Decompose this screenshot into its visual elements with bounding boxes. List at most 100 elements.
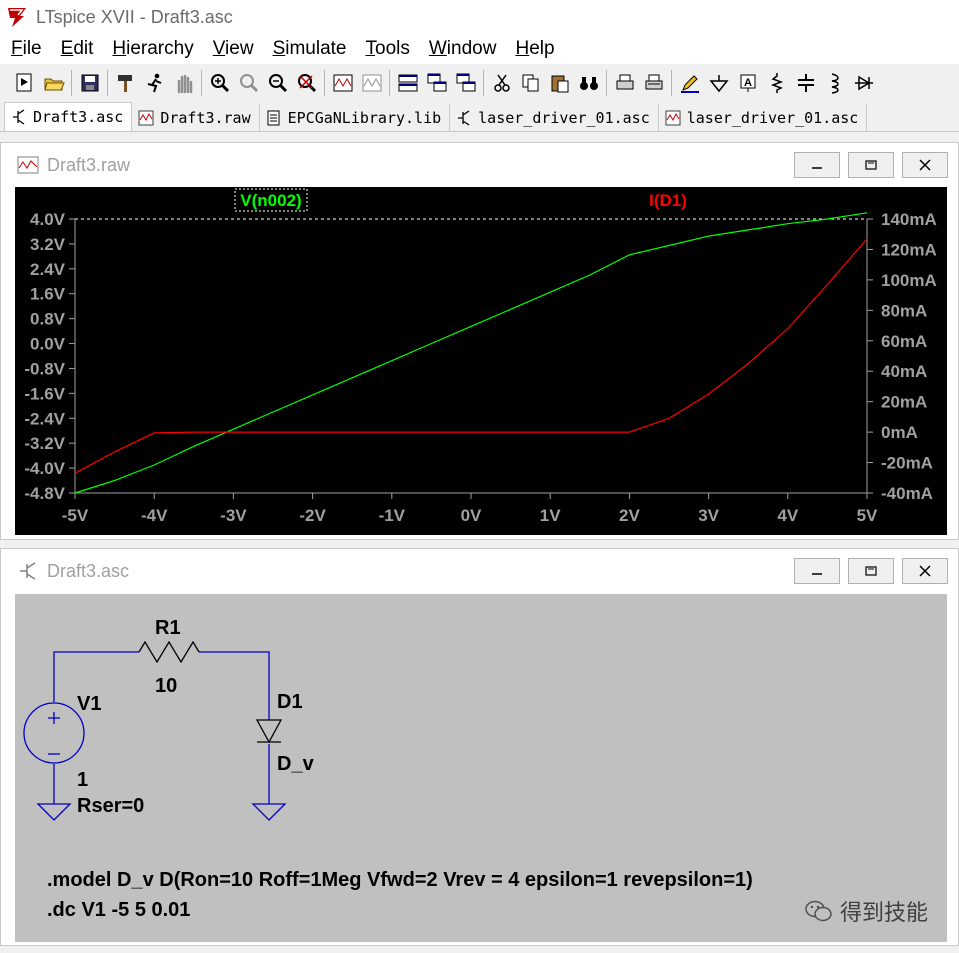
maximize-button[interactable] xyxy=(848,558,894,584)
schematic-icon xyxy=(458,109,470,126)
plot-axis-frame xyxy=(74,219,868,494)
y-right-tick-label: 120mA xyxy=(881,240,937,259)
tile-vertical-button[interactable] xyxy=(451,69,480,98)
v1-name-label: V1 xyxy=(77,693,101,715)
x-tick-label: -5V xyxy=(62,506,89,525)
resistor-r1-symbol xyxy=(138,640,200,664)
close-icon xyxy=(919,565,931,577)
print-preview-button[interactable] xyxy=(639,69,668,98)
waveform-window-title-bar[interactable]: Draft3.raw xyxy=(1,143,958,187)
save-button[interactable] xyxy=(75,69,104,98)
d1-model-label: D_v xyxy=(277,753,315,775)
tab-4[interactable]: laser_driver_01.asc xyxy=(658,104,868,131)
diode-icon xyxy=(854,75,873,91)
capacitor-button[interactable] xyxy=(791,69,820,98)
y-left-tick-label: 0.0V xyxy=(30,335,66,354)
plus-sign xyxy=(48,712,60,724)
toolbar-separator xyxy=(483,70,484,96)
menu-tools[interactable]: Tools xyxy=(355,38,418,60)
draw-wire-button[interactable] xyxy=(675,69,704,98)
inductor-icon xyxy=(831,73,839,94)
zoom-fit-button[interactable] xyxy=(292,69,321,98)
paste-button[interactable] xyxy=(545,69,574,98)
y-left-tick-label: 2.4V xyxy=(30,260,66,279)
tab-1[interactable]: Draft3.raw xyxy=(132,104,260,131)
zoom-out-button[interactable] xyxy=(263,69,292,98)
zoom-pan-icon xyxy=(239,74,258,93)
waveform-plot[interactable]: -5V -4V -3V -2V -1V 0V 1V 2V 3V 4V 5V 4.0V 3.2V 2.4V 1… xyxy=(15,187,947,535)
minimize-button[interactable] xyxy=(794,558,840,584)
tab-label: laser_driver_01.asc xyxy=(686,108,859,127)
print-button[interactable] xyxy=(610,69,639,98)
wire xyxy=(199,651,270,714)
zoom-in-icon xyxy=(210,74,229,93)
r1-name-label: R1 xyxy=(155,617,181,639)
waveform-window-title: Draft3.raw xyxy=(47,154,131,175)
waveform-gray-button[interactable] xyxy=(357,69,386,98)
window-title: LTspice XVII - Draft3.asc xyxy=(36,6,233,27)
toolbar-separator xyxy=(671,70,672,96)
schematic-drawing: R1 10 V1 1 Rser=0 D1 D_v .model D_v D(Ro… xyxy=(23,617,753,921)
y-right-tick-label: 0mA xyxy=(881,423,918,442)
tile-horizontal-button[interactable] xyxy=(393,69,422,98)
schematic-window-title-bar[interactable]: Draft3.asc xyxy=(1,549,958,593)
restore-icon xyxy=(865,160,877,170)
x-tick-label: -3V xyxy=(220,506,247,525)
x-tick-label: 2V xyxy=(619,506,640,525)
menu-simulate[interactable]: Simulate xyxy=(262,38,355,60)
pan-button[interactable] xyxy=(234,69,263,98)
copy-button[interactable] xyxy=(516,69,545,98)
menu-help[interactable]: Help xyxy=(504,38,562,60)
schematic-window-icon xyxy=(20,562,36,580)
ground-symbol xyxy=(251,803,287,821)
zoom-in-button[interactable] xyxy=(205,69,234,98)
menu-edit[interactable]: Edit xyxy=(50,38,102,60)
svg-text:A: A xyxy=(744,77,752,89)
diode-button[interactable] xyxy=(849,69,878,98)
close-button[interactable] xyxy=(902,558,948,584)
find-button[interactable] xyxy=(574,69,603,98)
y-left-tick-label: 3.2V xyxy=(30,235,66,254)
tab-2[interactable]: EPCGaNLibrary.lib xyxy=(259,104,451,131)
inductor-button[interactable] xyxy=(820,69,849,98)
series-line-1 xyxy=(74,238,868,474)
halt-button[interactable] xyxy=(169,69,198,98)
autorange-button[interactable] xyxy=(328,69,357,98)
y-right-tick-label: 80mA xyxy=(881,301,927,320)
cascade-button[interactable] xyxy=(422,69,451,98)
restore-icon xyxy=(865,566,877,576)
menu-file[interactable]: File xyxy=(0,38,50,60)
y-right-tick-label: -40mA xyxy=(881,484,933,503)
schematic-icon xyxy=(13,109,25,125)
new-schematic-button[interactable] xyxy=(10,69,39,98)
waveform-disabled-icon xyxy=(362,74,381,92)
menu-view[interactable]: View xyxy=(202,38,262,60)
ground-button[interactable] xyxy=(704,69,733,98)
v1-rser-label: Rser=0 xyxy=(77,795,144,817)
model-directive: .model D_v D(Ron=10 Roff=1Meg Vfwd=2 Vre… xyxy=(47,869,753,891)
y-right-tick-label: 100mA xyxy=(881,271,937,290)
maximize-button[interactable] xyxy=(848,152,894,178)
y-left-tick-label: -1.6V xyxy=(24,384,65,403)
save-icon xyxy=(81,74,98,92)
waveform-icon xyxy=(665,110,681,125)
copy-icon xyxy=(522,74,538,92)
tab-0[interactable]: Draft3.asc xyxy=(4,102,133,131)
resistor-icon xyxy=(770,73,783,93)
cut-button[interactable] xyxy=(487,69,516,98)
label-net-button[interactable]: A xyxy=(733,69,762,98)
close-button[interactable] xyxy=(902,152,948,178)
menu-hierarchy[interactable]: Hierarchy xyxy=(101,38,201,60)
scissors-icon xyxy=(493,74,510,92)
run-simulation-button[interactable] xyxy=(140,69,169,98)
tab-3[interactable]: laser_driver_01.asc xyxy=(450,104,659,131)
schematic-canvas[interactable]: R1 10 V1 1 Rser=0 D1 D_v .model D_v D(Ro… xyxy=(15,594,947,942)
y-left-tick-label: -0.8V xyxy=(24,359,65,378)
minimize-button[interactable] xyxy=(794,152,840,178)
open-button[interactable] xyxy=(39,69,68,98)
resistor-button[interactable] xyxy=(762,69,791,98)
control-panel-button[interactable] xyxy=(111,69,140,98)
menu-window[interactable]: Window xyxy=(418,38,505,60)
waveform-icon xyxy=(138,110,154,125)
tile-horizontal-icon xyxy=(398,74,417,92)
